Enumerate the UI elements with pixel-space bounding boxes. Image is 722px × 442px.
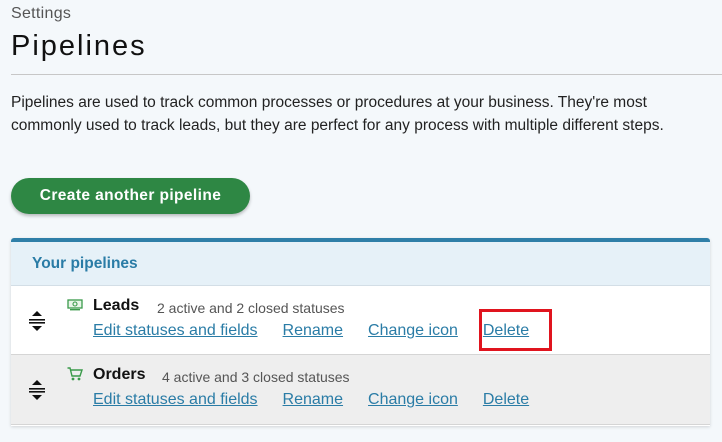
change-icon-link[interactable]: Change icon: [368, 322, 458, 340]
drag-handle-icon[interactable]: [26, 310, 48, 332]
pipelines-panel: Your pipelines Leads 2 active and 2 clos…: [11, 238, 710, 426]
delete-link[interactable]: Delete: [483, 322, 529, 340]
pipeline-actions: Edit statuses and fields Rename Change i…: [93, 391, 554, 409]
pipeline-status: 4 active and 3 closed statuses: [162, 369, 350, 385]
pipeline-name: Orders: [93, 366, 146, 383]
pipeline-row-leads: Leads 2 active and 2 closed statuses Edi…: [11, 286, 710, 355]
title-divider: [11, 74, 722, 75]
create-pipeline-button[interactable]: Create another pipeline: [11, 178, 250, 214]
pipeline-name: Leads: [93, 297, 140, 314]
page-title: Pipelines: [11, 30, 147, 62]
delete-link[interactable]: Delete: [483, 391, 529, 409]
page-description: Pipelines are used to track common proce…: [11, 94, 664, 134]
edit-statuses-link[interactable]: Edit statuses and fields: [93, 322, 258, 340]
change-icon-link[interactable]: Change icon: [368, 391, 458, 409]
rename-link[interactable]: Rename: [283, 322, 343, 340]
pipeline-row-orders: Orders 4 active and 3 closed statuses Ed…: [11, 355, 710, 425]
cart-icon: [67, 367, 83, 381]
panel-title: Your pipelines: [32, 254, 138, 272]
edit-statuses-link[interactable]: Edit statuses and fields: [93, 391, 258, 409]
rename-link[interactable]: Rename: [283, 391, 343, 409]
pipeline-status: 2 active and 2 closed statuses: [157, 300, 345, 316]
drag-handle-icon[interactable]: [26, 379, 48, 401]
panel-header: Your pipelines: [11, 242, 710, 286]
money-icon: [67, 299, 83, 311]
breadcrumb: Settings: [11, 5, 72, 22]
pipeline-actions: Edit statuses and fields Rename Change i…: [93, 322, 554, 340]
